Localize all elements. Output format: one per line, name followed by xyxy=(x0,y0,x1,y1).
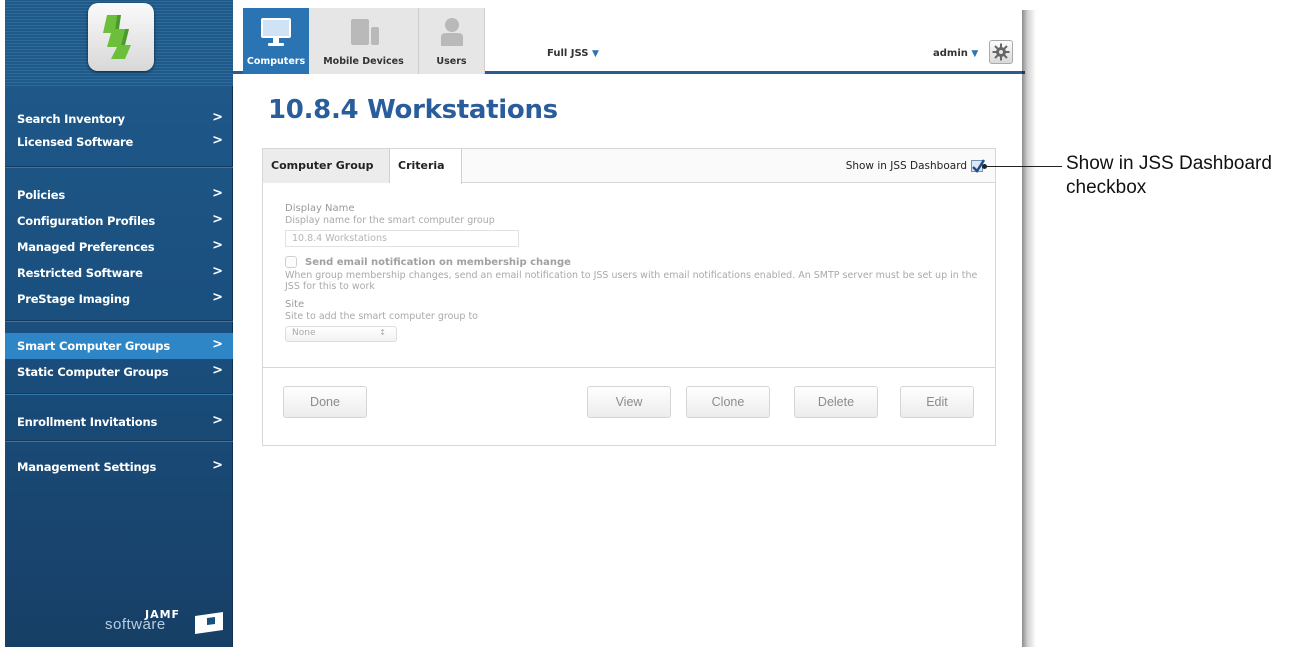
monitor-icon xyxy=(261,18,291,46)
nav-group-enrollment: Enrollment Invitations > xyxy=(5,409,233,435)
chevron-right-icon: > xyxy=(212,212,223,227)
site-select-value: None xyxy=(292,328,316,338)
sidebar-item-label: Enrollment Invitations xyxy=(17,415,158,429)
sidebar-item-label: Policies xyxy=(17,188,66,202)
dropdown-arrow-icon: ▼ xyxy=(971,49,979,59)
chevron-right-icon: > xyxy=(212,110,223,125)
gear-icon xyxy=(992,43,1010,61)
dashboard-label: Show in JSS Dashboard xyxy=(845,160,967,172)
done-button[interactable]: Done xyxy=(283,386,367,418)
sidebar-item-enrollment-invitations[interactable]: Enrollment Invitations > xyxy=(5,409,233,435)
tab-criteria[interactable]: Criteria xyxy=(390,149,462,184)
group-form: Display Name Display name for the smart … xyxy=(285,203,985,342)
panel-tabs: Computer Group Criteria Show in JSS Dash… xyxy=(263,149,995,184)
chevron-right-icon: > xyxy=(212,238,223,253)
chevron-right-icon: > xyxy=(212,264,223,279)
tab-label: Users xyxy=(436,56,467,67)
site-label: Site xyxy=(285,299,305,310)
sidebar-divider xyxy=(5,440,233,442)
sidebar-item-label: Management Settings xyxy=(17,460,157,474)
sidebar-item-restricted-software[interactable]: Restricted Software > xyxy=(5,260,233,286)
chevron-right-icon: > xyxy=(212,186,223,201)
callout-line xyxy=(984,166,1062,167)
site-help: Site to add the smart computer group to xyxy=(285,311,478,322)
sidebar: Search Inventory > Licensed Software > Pol… xyxy=(5,0,233,647)
sidebar-item-configuration-profiles[interactable]: Configuration Profiles > xyxy=(5,208,233,234)
tab-computer-group[interactable]: Computer Group xyxy=(263,149,390,183)
annotation-callout: Show in JSS Dashboard checkbox xyxy=(1066,152,1315,200)
jss-view-label: Full JSS xyxy=(547,48,589,59)
email-notification-row: Send email notification on membership ch… xyxy=(285,256,985,268)
sidebar-item-label: Static Computer Groups xyxy=(17,365,169,379)
chevron-right-icon: > xyxy=(212,413,223,428)
top-bar: Computers Mobile Devices Users Full JSS … xyxy=(233,0,1025,74)
casper-logo-icon xyxy=(103,15,131,59)
sidebar-divider xyxy=(5,320,233,322)
top-nav: Computers Mobile Devices Users xyxy=(243,8,485,74)
view-button[interactable]: View xyxy=(587,386,671,418)
sidebar-item-prestage-imaging[interactable]: PreStage Imaging > xyxy=(5,286,233,312)
sidebar-item-label: Smart Computer Groups xyxy=(17,339,170,353)
display-name-help: Display name for the smart computer grou… xyxy=(285,215,495,226)
site-select[interactable]: None ↕ xyxy=(285,326,397,342)
nav-group-groups: Smart Computer Groups > Static Computer G… xyxy=(5,333,233,385)
nav-group-settings: Management Settings > xyxy=(5,454,233,480)
edit-button[interactable]: Edit xyxy=(900,386,974,418)
display-name-label: Display Name xyxy=(285,203,355,214)
group-panel: Computer Group Criteria Show in JSS Dash… xyxy=(262,148,996,446)
chevron-right-icon: > xyxy=(212,363,223,378)
user-name: admin xyxy=(933,48,968,59)
sidebar-item-label: PreStage Imaging xyxy=(17,292,130,306)
annotation-line-1: Show in JSS Dashboard xyxy=(1066,153,1272,174)
sidebar-item-management-settings[interactable]: Management Settings > xyxy=(5,454,233,480)
sidebar-item-label: Restricted Software xyxy=(17,266,143,280)
settings-button[interactable] xyxy=(989,40,1013,64)
sidebar-item-managed-preferences[interactable]: Managed Preferences > xyxy=(5,234,233,260)
user-menu[interactable]: admin ▼ xyxy=(933,48,978,59)
sidebar-item-policies[interactable]: Policies > xyxy=(5,182,233,208)
casper-logo[interactable] xyxy=(88,3,154,71)
tab-computers[interactable]: Computers xyxy=(243,8,309,74)
chevron-right-icon: > xyxy=(212,337,223,352)
chevron-right-icon: > xyxy=(212,133,223,148)
email-notification-label: Send email notification on membership ch… xyxy=(305,256,571,268)
user-icon xyxy=(440,18,463,46)
jamf-flag-icon xyxy=(195,612,223,634)
tab-users[interactable]: Users xyxy=(419,8,485,74)
sidebar-item-static-computer-groups[interactable]: Static Computer Groups > xyxy=(5,359,233,385)
dropdown-arrow-icon: ▼ xyxy=(591,49,599,59)
display-name-input[interactable] xyxy=(285,230,519,247)
sidebar-item-label: Licensed Software xyxy=(17,135,134,149)
select-arrows-icon: ↕ xyxy=(379,328,386,337)
mobile-devices-icon xyxy=(350,19,379,45)
sidebar-divider xyxy=(5,393,233,395)
sidebar-item-label: Search Inventory xyxy=(17,112,125,126)
sidebar-divider xyxy=(5,166,233,168)
sidebar-item-licensed-software[interactable]: Licensed Software > xyxy=(5,129,233,155)
email-notification-checkbox[interactable] xyxy=(285,256,297,268)
window-shadow xyxy=(1022,10,1036,647)
page-title: 10.8.4 Workstations xyxy=(268,95,558,125)
clone-button[interactable]: Clone xyxy=(686,386,770,418)
logo-area xyxy=(5,0,233,86)
sidebar-item-label: Managed Preferences xyxy=(17,240,155,254)
email-notification-desc: When group membership changes, send an e… xyxy=(285,270,978,292)
chevron-right-icon: > xyxy=(212,290,223,305)
tab-label: Mobile Devices xyxy=(323,56,404,67)
nav-group-management: Policies > Configuration Profiles > Manage… xyxy=(5,182,233,312)
annotation-line-2: checkbox xyxy=(1066,177,1147,198)
brand-bottom: software xyxy=(105,616,166,633)
delete-button[interactable]: Delete xyxy=(794,386,878,418)
button-row: Done View Clone Delete Edit xyxy=(263,367,995,446)
chevron-right-icon: > xyxy=(212,458,223,473)
tab-label: Computers xyxy=(246,56,306,67)
sidebar-item-label: Configuration Profiles xyxy=(17,214,155,228)
jss-view-select[interactable]: Full JSS ▼ xyxy=(547,48,599,59)
sidebar-item-smart-computer-groups[interactable]: Smart Computer Groups > xyxy=(5,333,233,359)
nav-group-inventory: Search Inventory > Licensed Software > xyxy=(5,106,233,155)
tab-mobile-devices[interactable]: Mobile Devices xyxy=(309,8,419,74)
